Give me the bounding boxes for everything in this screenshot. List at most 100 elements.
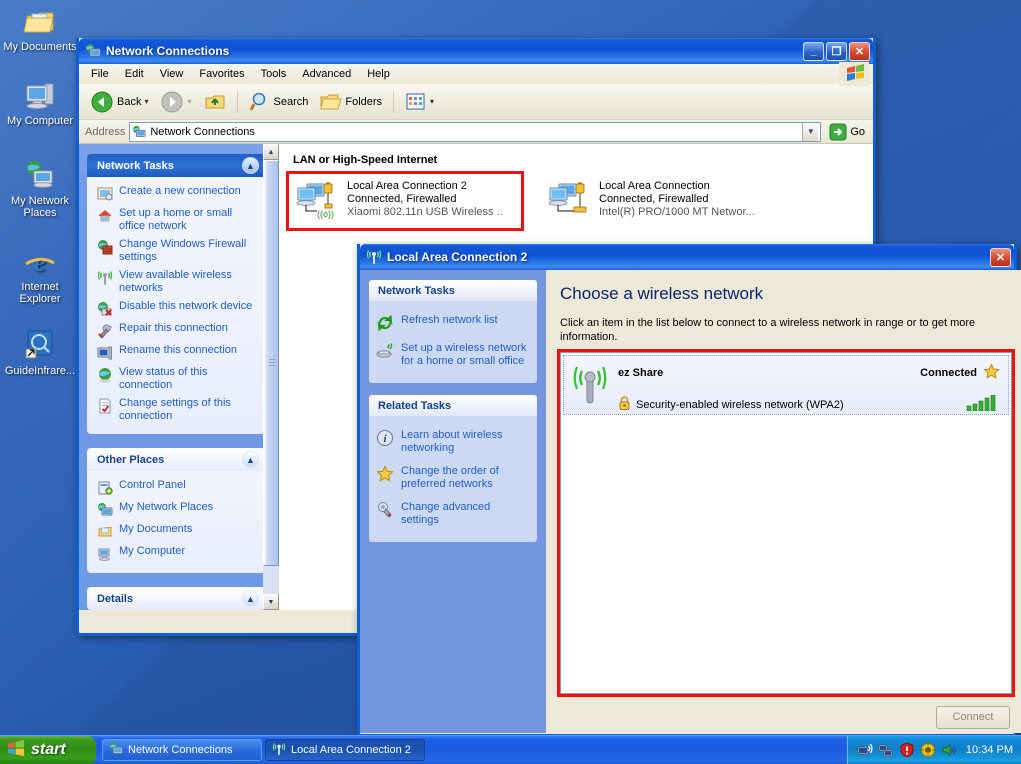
- place-my-network-places[interactable]: My Network Places: [95, 499, 257, 521]
- wireless-signal-icon: [97, 270, 113, 286]
- volume-tray-icon[interactable]: [941, 742, 957, 758]
- back-dropdown-icon[interactable]: ▾: [144, 97, 148, 106]
- dialog-footer: Connect: [560, 694, 1012, 740]
- network-tasks-header[interactable]: Network Tasks ▲: [87, 154, 265, 177]
- scroll-down-button[interactable]: ▼: [263, 594, 279, 610]
- desktop-icon-my-network-places[interactable]: My Network Places: [2, 158, 78, 219]
- close-button[interactable]: ✕: [849, 41, 870, 61]
- connection-item-local-area-connection-2[interactable]: ((o)) Local Area Connection 2 Connected,…: [286, 171, 524, 231]
- forward-dropdown-icon[interactable]: ▾: [187, 97, 191, 106]
- desktop-icon-guide-infrared[interactable]: GuideInfrare...: [2, 328, 78, 377]
- task-change-firewall-settings[interactable]: Change Windows Firewall settings: [95, 236, 257, 267]
- start-button[interactable]: start: [0, 735, 96, 764]
- network-tray-icon[interactable]: [878, 742, 894, 758]
- other-places-header[interactable]: Other Places ▲: [87, 448, 265, 471]
- close-button[interactable]: ✕: [990, 247, 1011, 267]
- guide-infrared-shortcut-icon: [2, 328, 78, 362]
- system-tray[interactable]: 10:34 PM: [846, 735, 1021, 764]
- scrollbar-track[interactable]: [263, 160, 279, 594]
- task-create-new-connection[interactable]: Create a new connection: [95, 183, 257, 205]
- wireless-network-tray-icon[interactable]: [857, 742, 873, 758]
- menu-item-tools[interactable]: Tools: [254, 66, 294, 82]
- dialog-window-controls[interactable]: ✕: [990, 247, 1011, 267]
- menu-item-edit[interactable]: Edit: [118, 66, 151, 82]
- folders-button[interactable]: Folders: [315, 87, 387, 117]
- task-refresh-network-list[interactable]: Refresh network list: [376, 309, 530, 337]
- collapse-chevron-icon[interactable]: ▲: [242, 451, 259, 468]
- minimize-button[interactable]: _: [803, 41, 824, 61]
- wireless-network-list[interactable]: ez Share Connected Security-enabled wire…: [557, 349, 1015, 697]
- go-button[interactable]: Go: [825, 123, 869, 141]
- task-rename-connection[interactable]: Rename this connection: [95, 342, 257, 364]
- desktop-icon-my-computer[interactable]: My Computer: [2, 78, 78, 127]
- desktop-icon-label: Internet Explorer: [19, 281, 61, 305]
- task-setup-wireless-network[interactable]: Set up a wireless network for a home or …: [376, 337, 530, 373]
- dialog-titlebar[interactable]: Local Area Connection 2 ✕: [360, 244, 1014, 270]
- collapse-chevron-icon[interactable]: ▲: [242, 590, 259, 607]
- taskbar-task-list[interactable]: Network Connections Local Area Connectio…: [102, 739, 425, 761]
- my-documents-icon: [97, 524, 113, 540]
- wireless-network-security: Security-enabled wireless network (WPA2): [618, 396, 966, 414]
- menu-bar[interactable]: File Edit View Favorites Tools Advanced …: [79, 62, 873, 86]
- task-repair-connection[interactable]: Repair this connection: [95, 320, 257, 342]
- toolbar-separator-2: [393, 90, 395, 113]
- window-titlebar[interactable]: Network Connections _ ❐ ✕: [79, 38, 873, 64]
- scrollbar-thumb[interactable]: [263, 160, 279, 566]
- scroll-up-button[interactable]: ▲: [263, 144, 279, 160]
- task-learn-about-wireless-networking[interactable]: i Learn about wireless networking: [376, 424, 530, 460]
- task-change-settings-of-connection[interactable]: Change settings of this connection: [95, 395, 257, 426]
- rename-icon: [97, 345, 113, 361]
- task-change-order-of-preferred-networks[interactable]: Change the order of preferred networks: [376, 460, 530, 496]
- up-button[interactable]: [199, 87, 231, 117]
- connect-button[interactable]: Connect: [936, 705, 1010, 729]
- security-alert-tray-icon[interactable]: [899, 742, 915, 758]
- wireless-network-dialog[interactable]: Local Area Connection 2 ✕ Network Tasks …: [357, 244, 1021, 740]
- address-bar[interactable]: Address Network Connections ▼ Go: [79, 120, 873, 144]
- menu-item-view[interactable]: View: [153, 66, 191, 82]
- place-control-panel[interactable]: Control Panel: [95, 477, 257, 499]
- task-view-status-of-connection[interactable]: View status of this connection: [95, 364, 257, 395]
- address-dropdown-icon[interactable]: ▼: [802, 122, 819, 141]
- connection-item-local-area-connection[interactable]: Local Area Connection Connected, Firewal…: [541, 174, 773, 228]
- window-controls[interactable]: _ ❐ ✕: [803, 41, 870, 61]
- taskbar[interactable]: start Network Connections Local Area Con…: [0, 735, 1021, 764]
- status-globe-icon: [97, 367, 113, 383]
- collapse-chevron-icon[interactable]: ▲: [242, 157, 259, 174]
- desktop-icon-my-documents[interactable]: My Documents: [2, 4, 78, 53]
- taskbar-item-network-connections[interactable]: Network Connections: [102, 739, 262, 761]
- menu-item-file[interactable]: File: [84, 66, 116, 82]
- task-setup-home-network[interactable]: Set up a home or small office network: [95, 205, 257, 236]
- dialog-network-tasks-header: Network Tasks: [369, 280, 537, 301]
- folders-label: Folders: [345, 95, 383, 108]
- views-button[interactable]: ▾: [400, 87, 439, 117]
- wireless-network-body: ez Share Connected Security-enabled wire…: [618, 363, 1000, 412]
- task-label: Change Windows Firewall settings: [119, 238, 247, 263]
- taskbar-clock[interactable]: 10:34 PM: [966, 744, 1013, 756]
- dialog-related-tasks-panel: Related Tasks i Learn about wireless net…: [369, 395, 537, 542]
- forward-button[interactable]: ▾: [155, 87, 196, 117]
- lock-icon: [618, 396, 631, 414]
- address-value: Network Connections: [150, 125, 255, 138]
- menu-item-advanced[interactable]: Advanced: [295, 66, 358, 82]
- up-folder-icon: [205, 95, 224, 108]
- place-my-computer[interactable]: My Computer: [95, 543, 257, 565]
- task-disable-network-device[interactable]: Disable this network device: [95, 298, 257, 320]
- task-view-available-wireless-networks[interactable]: View available wireless networks: [95, 267, 257, 298]
- back-button[interactable]: Back ▾: [85, 87, 153, 117]
- connections-row: ((o)) Local Area Connection 2 Connected,…: [286, 171, 863, 231]
- menu-item-favorites[interactable]: Favorites: [192, 66, 251, 82]
- update-tray-icon[interactable]: [920, 742, 936, 758]
- place-my-documents[interactable]: My Documents: [95, 521, 257, 543]
- wireless-network-item-ez-share[interactable]: ez Share Connected Security-enabled wire…: [563, 355, 1009, 415]
- views-dropdown-icon[interactable]: ▾: [430, 97, 434, 106]
- details-header[interactable]: Details ▲: [87, 587, 265, 610]
- sidebar-scrollbar[interactable]: ▲ ▼: [263, 144, 279, 610]
- taskbar-item-local-area-connection-2[interactable]: Local Area Connection 2: [265, 739, 425, 761]
- maximize-button[interactable]: ❐: [826, 41, 847, 61]
- toolbar[interactable]: Back ▾ ▾ Search Folders ▾: [79, 84, 873, 120]
- desktop-icon-internet-explorer[interactable]: e Internet Explorer: [2, 244, 78, 305]
- search-button[interactable]: Search: [244, 87, 314, 117]
- menu-item-help[interactable]: Help: [360, 66, 397, 82]
- address-input[interactable]: Network Connections ▼: [129, 121, 822, 142]
- task-change-advanced-settings[interactable]: Change advanced settings: [376, 496, 530, 532]
